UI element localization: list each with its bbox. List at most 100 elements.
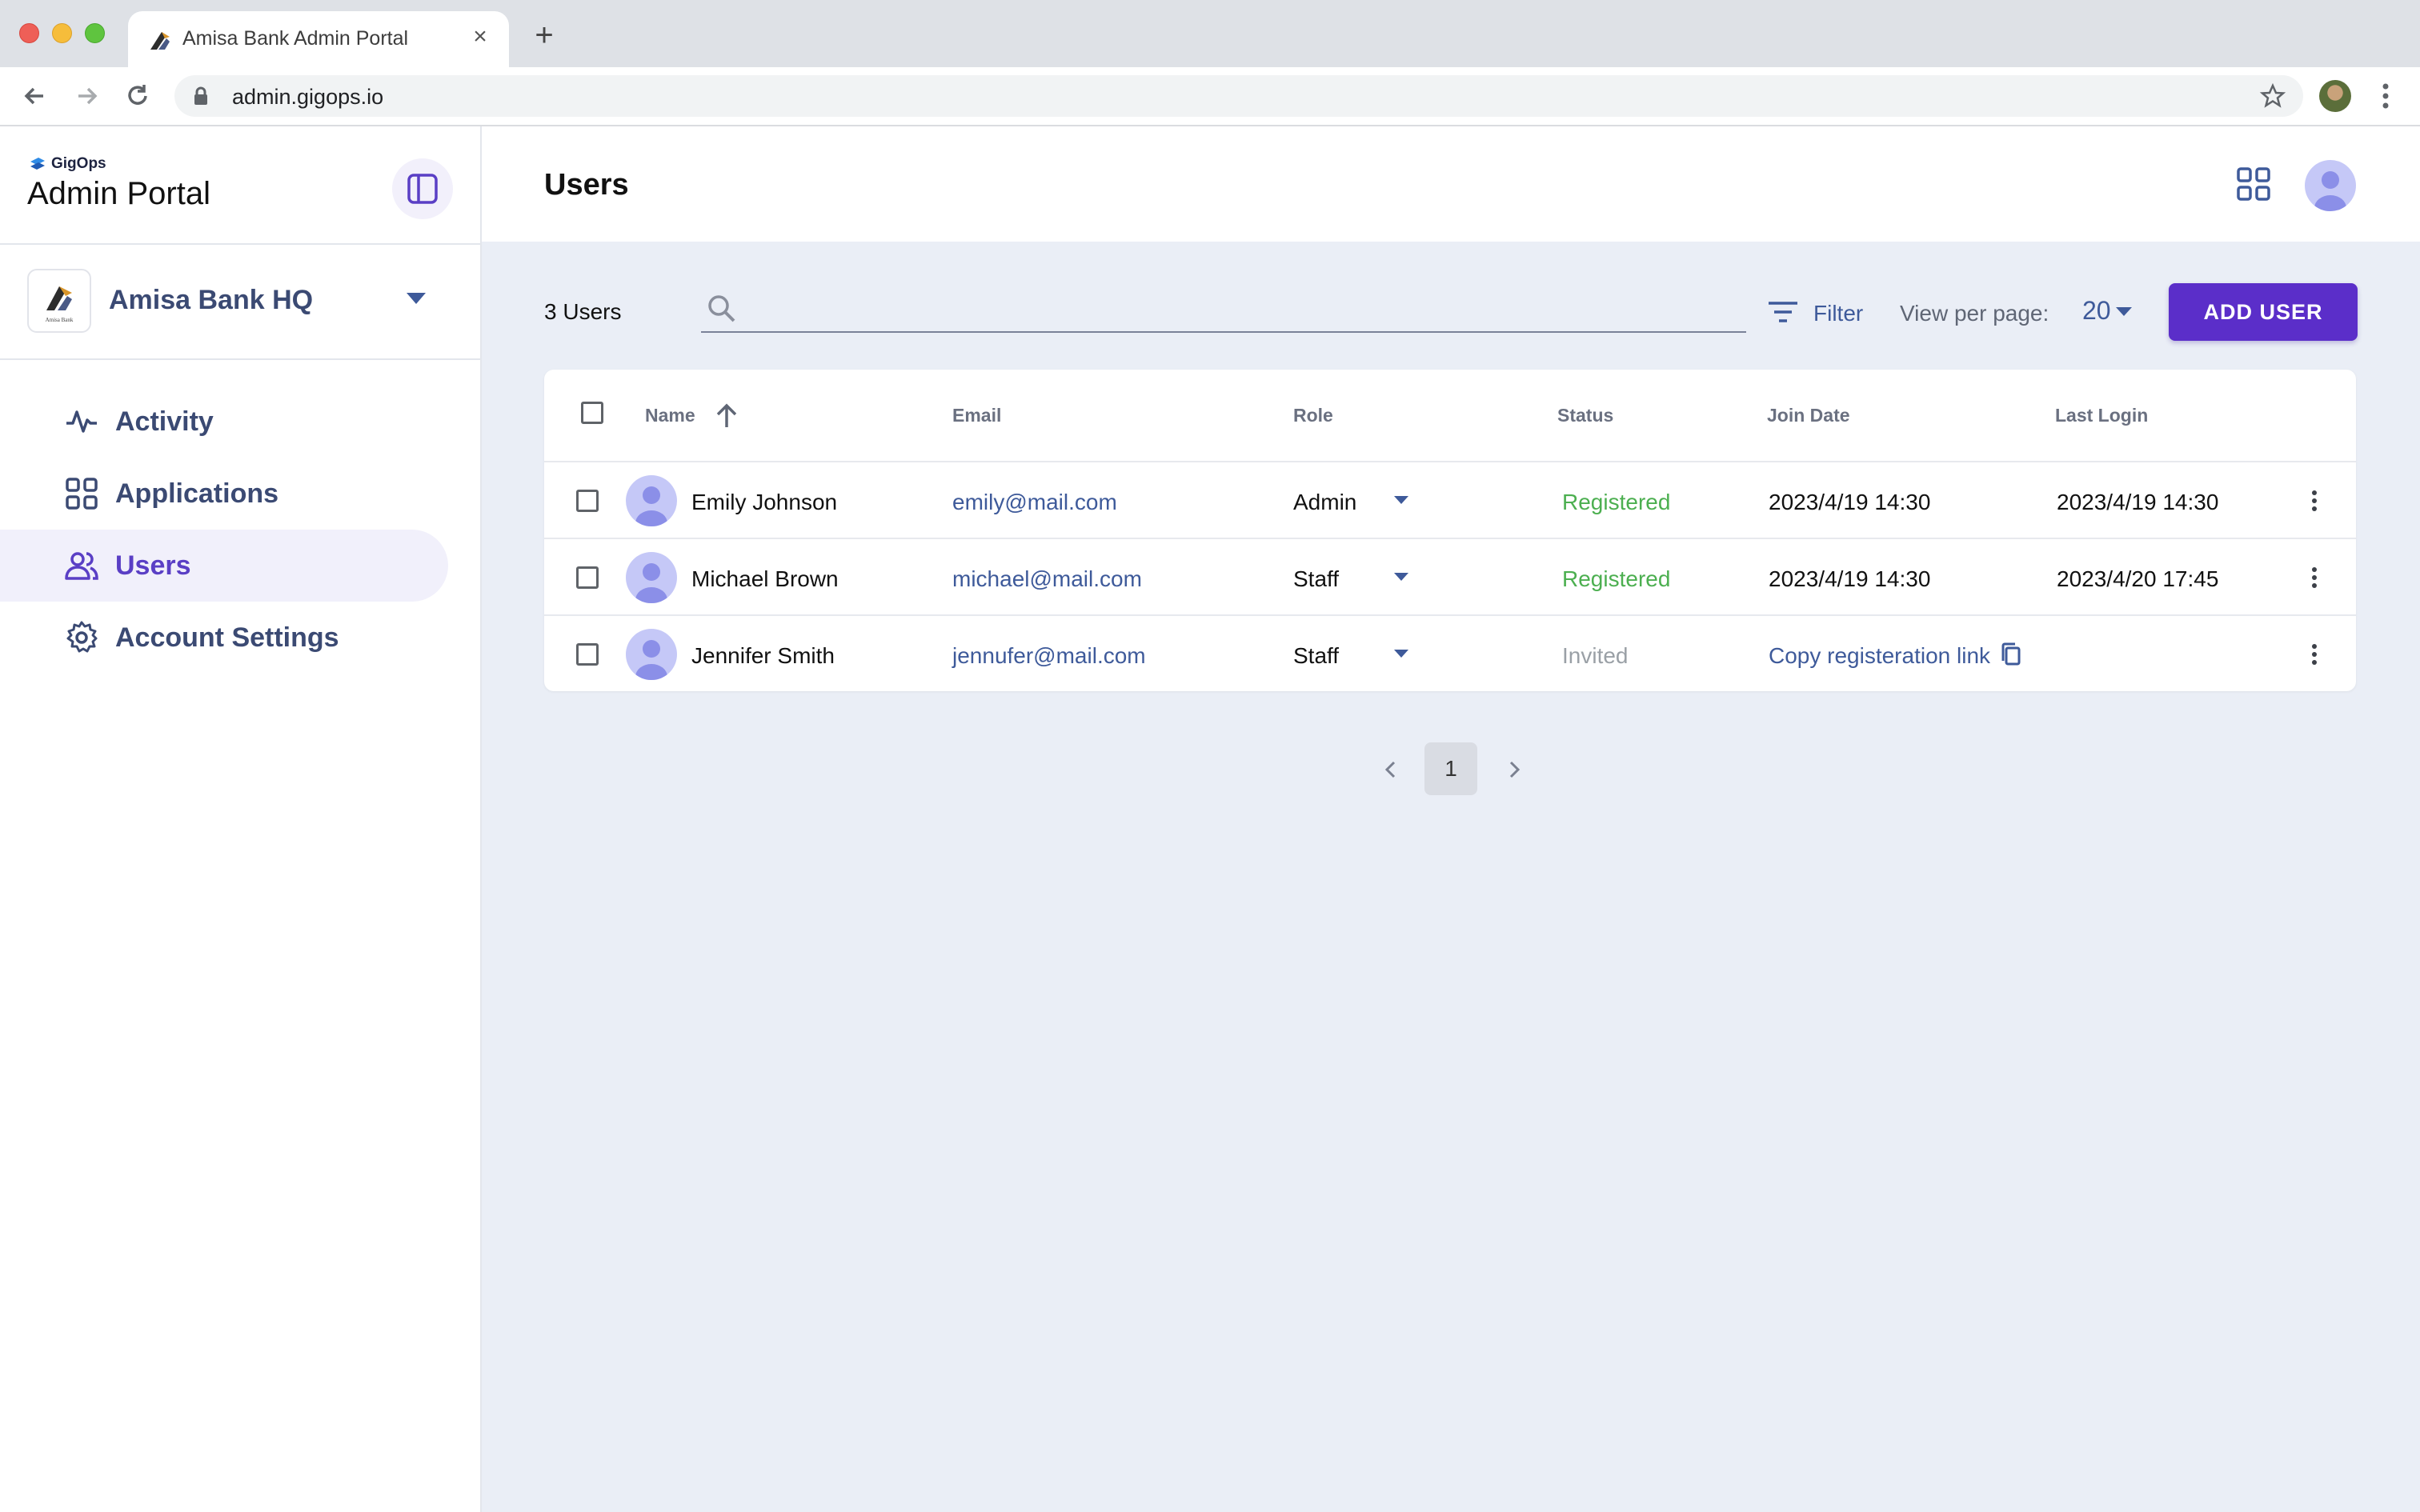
back-icon[interactable] <box>19 80 51 112</box>
chevron-right-icon[interactable] <box>1500 755 1529 784</box>
lock-icon <box>194 86 207 105</box>
sidebar-divider <box>0 358 480 360</box>
bookmark-star-icon[interactable] <box>2258 82 2287 110</box>
role-select[interactable]: Staff <box>1293 566 1339 592</box>
role-caret-icon[interactable] <box>1394 573 1408 581</box>
gigops-brand-text: GigOps <box>51 155 106 172</box>
sort-ascending-icon[interactable] <box>712 402 741 430</box>
per-page-select[interactable]: 20 <box>2082 296 2111 326</box>
chevron-left-icon[interactable] <box>1376 755 1405 784</box>
forward-icon[interactable] <box>70 80 102 112</box>
join-date: 2023/4/19 14:30 <box>1769 566 1931 591</box>
row-checkbox[interactable] <box>576 490 599 512</box>
column-header-last-login: Last Login <box>2055 405 2149 426</box>
gigops-brand: GigOps <box>29 155 106 173</box>
avatar-icon <box>635 563 667 603</box>
main-content: Users 3 Users Filter View per page: 20 A… <box>482 126 2420 1512</box>
status-badge: Registered <box>1562 566 1671 591</box>
role-caret-icon[interactable] <box>1394 650 1408 658</box>
tab-close-icon[interactable]: × <box>466 22 495 51</box>
tab-title: Amisa Bank Admin Portal <box>182 27 409 50</box>
copy-registration-link[interactable]: Copy registeration link <box>1769 643 1990 669</box>
user-name: Jennifer Smith <box>691 643 835 668</box>
omnibox[interactable]: admin.gigops.io <box>174 75 2303 117</box>
search-field[interactable] <box>701 286 1746 333</box>
user-email[interactable]: jennufer@mail.com <box>952 643 1146 669</box>
column-header-name[interactable]: Name <box>645 405 695 426</box>
page-number-button[interactable]: 1 <box>1424 742 1477 795</box>
avatar-icon <box>635 486 667 526</box>
more-options-icon[interactable] <box>2302 565 2327 590</box>
sidebar-item-activity[interactable]: Activity <box>0 386 448 458</box>
table-header: Name Email Role Status Join Date Last Lo… <box>544 370 2356 462</box>
org-switcher[interactable]: Amisa Bank Amisa Bank HQ <box>27 269 456 336</box>
org-logo: Amisa Bank <box>27 269 91 333</box>
last-login: 2023/4/19 14:30 <box>2057 490 2219 514</box>
org-dropdown-caret-icon[interactable] <box>407 293 426 304</box>
copy-icon[interactable] <box>1999 642 2023 667</box>
chrome-profile-avatar[interactable] <box>2319 80 2351 112</box>
table-row: Michael Brown michael@mail.com Staff Reg… <box>544 539 2356 616</box>
search-input[interactable] <box>749 291 1733 326</box>
user-email[interactable]: michael@mail.com <box>952 566 1142 592</box>
role-caret-icon[interactable] <box>1394 496 1408 504</box>
main-header: Users <box>482 126 2420 242</box>
org-name: Amisa Bank HQ <box>109 285 314 315</box>
portal-title: Admin Portal <box>27 176 210 211</box>
window-zoom-button[interactable] <box>85 23 105 43</box>
sidebar-item-label: Users <box>115 550 191 581</box>
sidebar-collapse-button[interactable] <box>392 158 453 219</box>
column-header-role: Role <box>1293 405 1333 426</box>
pagination: 1 <box>1376 742 1545 795</box>
user-count: 3 Users <box>544 299 622 324</box>
sidebar-toggle-icon <box>407 174 438 204</box>
more-options-icon[interactable] <box>2302 642 2327 667</box>
table-row: Jennifer Smith jennufer@mail.com Staff I… <box>544 616 2356 693</box>
page-title: Users <box>544 168 629 202</box>
add-user-button[interactable]: ADD USER <box>2169 283 2358 341</box>
sidebar-nav: Activity Applications Users Account Sett… <box>0 386 448 674</box>
role-select[interactable]: Staff <box>1293 643 1339 669</box>
status-badge: Registered <box>1562 490 1671 514</box>
sidebar-item-applications[interactable]: Applications <box>0 458 448 530</box>
join-date: 2023/4/19 14:30 <box>1769 490 1931 514</box>
url-text: admin.gigops.io <box>232 85 384 109</box>
user-email[interactable]: emily@mail.com <box>952 490 1117 515</box>
search-icon <box>708 295 735 322</box>
browser-tab[interactable]: Amisa Bank Admin Portal × <box>128 11 509 67</box>
filter-icon <box>1769 302 1797 322</box>
row-checkbox[interactable] <box>576 566 599 589</box>
gigops-logo-icon <box>30 158 45 170</box>
avatar-icon <box>635 640 667 680</box>
user-name: Emily Johnson <box>691 490 838 514</box>
column-header-join-date: Join Date <box>1767 405 1850 426</box>
sidebar-item-account-settings[interactable]: Account Settings <box>0 602 448 674</box>
chrome-menu-icon[interactable] <box>2374 80 2398 112</box>
window-minimize-button[interactable] <box>52 23 72 43</box>
select-all-checkbox[interactable] <box>581 402 603 424</box>
row-checkbox[interactable] <box>576 643 599 666</box>
window-close-button[interactable] <box>19 23 39 43</box>
avatar <box>626 475 677 526</box>
more-options-icon[interactable] <box>2302 488 2327 514</box>
users-table: Name Email Role Status Join Date Last Lo… <box>544 370 2356 691</box>
org-logo-caption: Amisa Bank <box>46 317 74 323</box>
browser-tab-bar: Amisa Bank Admin Portal × + <box>0 0 2420 67</box>
reload-icon[interactable] <box>122 80 154 112</box>
per-page-caret-icon[interactable] <box>2116 307 2132 316</box>
sidebar: GigOps Admin Portal Amisa Bank Amisa Ban… <box>0 126 482 1512</box>
filter-label: Filter <box>1813 301 1864 326</box>
activity-icon <box>66 410 97 433</box>
amisa-favicon-icon <box>150 32 170 50</box>
user-name: Michael Brown <box>691 566 839 591</box>
apps-grid-icon[interactable] <box>2236 166 2271 202</box>
grid-icon <box>66 478 98 510</box>
avatar-icon <box>2314 171 2346 211</box>
new-tab-button[interactable]: + <box>528 19 560 53</box>
per-page-label: View per page: <box>1900 301 2049 326</box>
users-icon <box>65 552 98 580</box>
role-select[interactable]: Admin <box>1293 490 1356 515</box>
avatar <box>626 552 677 603</box>
sidebar-item-users[interactable]: Users <box>0 530 448 602</box>
user-avatar-button[interactable] <box>2305 160 2356 211</box>
